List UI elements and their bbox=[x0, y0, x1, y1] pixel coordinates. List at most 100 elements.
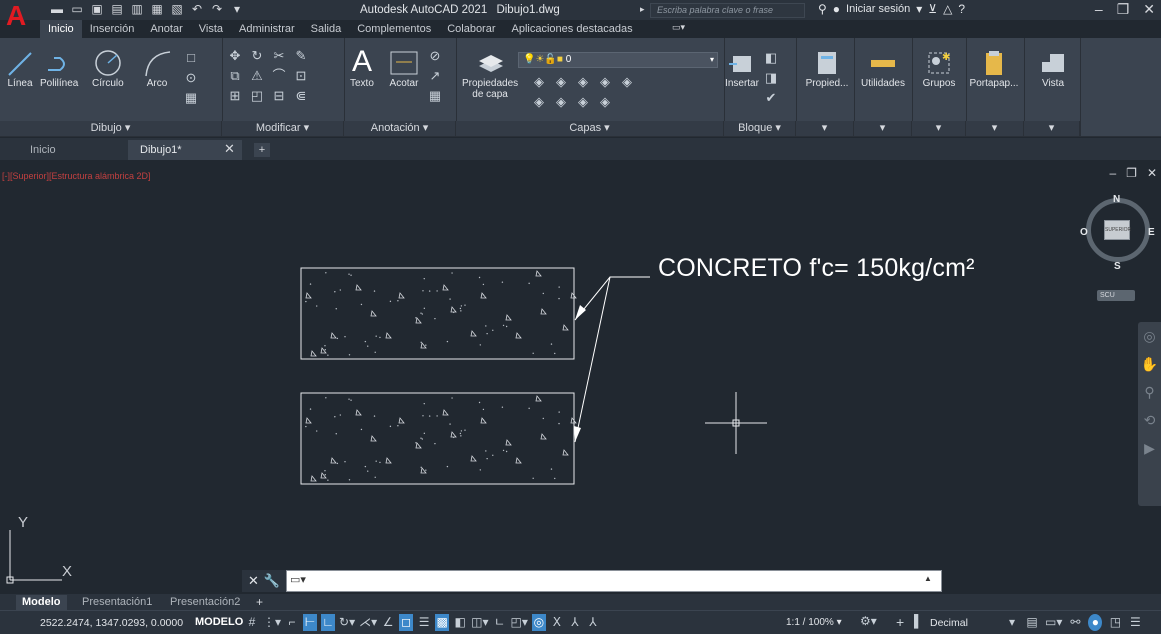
table-icon[interactable]: ▦ bbox=[426, 88, 444, 104]
layer-tool-1-icon[interactable]: ◈ bbox=[530, 74, 548, 90]
gizmo-icon[interactable]: ◎ bbox=[531, 614, 546, 631]
panel-bloque[interactable]: Bloque ▾ bbox=[724, 121, 796, 136]
signin-dropdown-icon[interactable]: ▾ bbox=[916, 2, 922, 16]
layer-tool-8-icon[interactable]: ◈ bbox=[574, 94, 592, 110]
lock-ui-icon[interactable]: ▭▾ bbox=[1045, 614, 1062, 631]
grupos-tool[interactable]: ✱ Grupos bbox=[914, 48, 964, 89]
web-mobile-icon[interactable]: ▦ bbox=[150, 2, 164, 16]
offset-icon[interactable]: ⋐ bbox=[292, 88, 310, 104]
tab-start[interactable]: Inicio bbox=[18, 140, 68, 160]
insertar-tool[interactable]: Insertar bbox=[724, 48, 760, 89]
move-icon[interactable]: ✥ bbox=[226, 48, 244, 64]
command-expand-icon[interactable]: ▲ bbox=[924, 574, 932, 583]
selection-filter-icon[interactable]: ◰▾ bbox=[511, 614, 528, 631]
units-dropdown[interactable]: Decimal bbox=[930, 617, 968, 629]
tab-presentacion2[interactable]: Presentación2 bbox=[164, 595, 246, 610]
object-snap-tracking-icon[interactable]: ∠ bbox=[381, 614, 395, 631]
compass-south[interactable]: S bbox=[1114, 261, 1121, 272]
clean-screen-icon[interactable]: ◳ bbox=[1108, 614, 1122, 631]
hardware-accel-icon[interactable]: ● bbox=[1088, 614, 1103, 631]
concrete-slab-bottom[interactable] bbox=[300, 392, 575, 485]
polilinea-tool[interactable]: Polilínea bbox=[40, 48, 78, 89]
rectangle-icon[interactable]: □ bbox=[182, 50, 200, 66]
array-icon[interactable]: ⊟ bbox=[270, 88, 288, 104]
add-layout-icon[interactable]: + bbox=[256, 595, 263, 609]
panel-propiedades[interactable]: ▾ bbox=[796, 121, 854, 136]
annotation-autoscale-icon[interactable]: ⅄ bbox=[568, 614, 582, 631]
compass-north[interactable]: N bbox=[1113, 194, 1120, 205]
layer-tool-6-icon[interactable]: ◈ bbox=[530, 94, 548, 110]
close-icon[interactable]: ✕ bbox=[1143, 1, 1155, 18]
tab-vista[interactable]: Vista bbox=[191, 20, 231, 38]
qat-dropdown-icon[interactable]: ▾ bbox=[230, 2, 244, 16]
arco-tool[interactable]: Arco bbox=[142, 48, 172, 89]
search-input[interactable]: Escriba palabra clave o frase bbox=[650, 3, 805, 18]
fillet-icon[interactable]: ⌒ bbox=[270, 68, 288, 84]
publish-icon[interactable]: ▥ bbox=[130, 2, 144, 16]
panel-grupos[interactable]: ▾ bbox=[912, 121, 966, 136]
trim-icon[interactable]: ✂ bbox=[270, 48, 288, 64]
panel-vista[interactable]: ▾ bbox=[1024, 121, 1080, 136]
layer-tool-4-icon[interactable]: ◈ bbox=[596, 74, 614, 90]
compass-west[interactable]: O bbox=[1080, 227, 1088, 238]
quick-properties-icon[interactable]: ▤ bbox=[1025, 614, 1039, 631]
layer-dropdown[interactable]: 💡☀🔓■ 0 ▾ bbox=[518, 52, 718, 68]
signin-link[interactable]: Iniciar sesión bbox=[846, 3, 910, 15]
save-icon[interactable]: ▣ bbox=[90, 2, 104, 16]
propiedades-capa-tool[interactable]: Propiedades de capa bbox=[462, 48, 518, 100]
minimize-icon[interactable]: – bbox=[1095, 1, 1103, 18]
object-snap-icon[interactable]: ◻ bbox=[399, 614, 414, 631]
texto-tool[interactable]: A Texto bbox=[350, 46, 374, 90]
tab-presentacion1[interactable]: Presentación1 bbox=[76, 595, 158, 610]
cart-icon[interactable]: ⊻ bbox=[928, 2, 937, 16]
polar-icon[interactable]: ↻▾ bbox=[339, 614, 355, 631]
multileader-icon[interactable]: ↗ bbox=[426, 68, 444, 84]
ribbon-minimize-icon[interactable]: ▭▾ bbox=[672, 22, 696, 34]
lineweight-icon[interactable]: ☰ bbox=[417, 614, 431, 631]
open-file-icon[interactable]: ▭ bbox=[70, 2, 84, 16]
redo-icon[interactable]: ↷ bbox=[210, 2, 224, 16]
erase-icon[interactable]: ✎ bbox=[292, 48, 310, 64]
panel-anotacion[interactable]: Anotación ▾ bbox=[344, 121, 456, 136]
tab-modelo[interactable]: Modelo bbox=[16, 595, 67, 610]
leader-lines[interactable] bbox=[574, 276, 650, 443]
autocad-logo-icon[interactable]: A bbox=[6, 2, 28, 30]
copy-icon[interactable]: ⧉ bbox=[226, 68, 244, 84]
new-file-icon[interactable]: ▬ bbox=[50, 2, 64, 16]
tab-complementos[interactable]: Complementos bbox=[349, 20, 439, 38]
command-history-icon[interactable]: ▭▾ bbox=[290, 573, 306, 586]
3d-osnap-icon[interactable]: ◫▾ bbox=[471, 614, 488, 631]
workspace-gear-icon[interactable]: ⚙▾ bbox=[860, 614, 877, 628]
model-space-button[interactable]: MODELO bbox=[195, 616, 243, 628]
ucs-menu-button[interactable]: SCU bbox=[1097, 290, 1135, 301]
stretch-icon[interactable]: ⊞ bbox=[226, 88, 244, 104]
plot-icon[interactable]: ▧ bbox=[170, 2, 184, 16]
pan-icon[interactable]: ✋ bbox=[1138, 350, 1161, 378]
tab-salida[interactable]: Salida bbox=[303, 20, 350, 38]
vista-tool[interactable]: Vista bbox=[1026, 48, 1080, 89]
customization-menu-icon[interactable]: ☰ bbox=[1128, 614, 1142, 631]
selection-cycling-icon[interactable]: ◧ bbox=[453, 614, 467, 631]
layer-tool-7-icon[interactable]: ◈ bbox=[552, 94, 570, 110]
infer-icon[interactable]: ⌐ bbox=[285, 614, 299, 631]
tab-colaborar[interactable]: Colaborar bbox=[439, 20, 503, 38]
command-input[interactable] bbox=[286, 570, 942, 592]
annotation-scale-dropdown[interactable]: 1:1 / 100% ▾ bbox=[786, 617, 842, 628]
panel-dibujo[interactable]: Dibujo ▾ bbox=[0, 121, 222, 136]
layer-tool-9-icon[interactable]: ◈ bbox=[596, 94, 614, 110]
restore-icon[interactable]: ❐ bbox=[1117, 1, 1130, 18]
explode-icon[interactable]: ⊡ bbox=[292, 68, 310, 84]
cursor-coordinates[interactable]: 2522.2474, 1347.0293, 0.0000 bbox=[40, 617, 183, 629]
ortho-icon[interactable]: ∟ bbox=[321, 614, 336, 631]
viewcube[interactable]: N S O E SUPERIOR bbox=[1080, 192, 1160, 272]
zoom-icon[interactable]: ⚲ bbox=[1138, 378, 1161, 406]
portapapeles-tool[interactable]: Portapap... bbox=[966, 48, 1022, 89]
acotar-tool[interactable]: Acotar bbox=[388, 48, 420, 89]
rotate-icon[interactable]: ↻ bbox=[248, 48, 266, 64]
tab-administrar[interactable]: Administrar bbox=[231, 20, 303, 38]
a360-icon[interactable]: △ bbox=[943, 2, 952, 16]
customize-command-icon[interactable]: 🔧 bbox=[264, 573, 280, 589]
isolate-objects-icon[interactable]: ⚯ bbox=[1068, 614, 1082, 631]
dynamic-input-icon[interactable]: ⊢ bbox=[303, 614, 318, 631]
layer-tool-2-icon[interactable]: ◈ bbox=[552, 74, 570, 90]
